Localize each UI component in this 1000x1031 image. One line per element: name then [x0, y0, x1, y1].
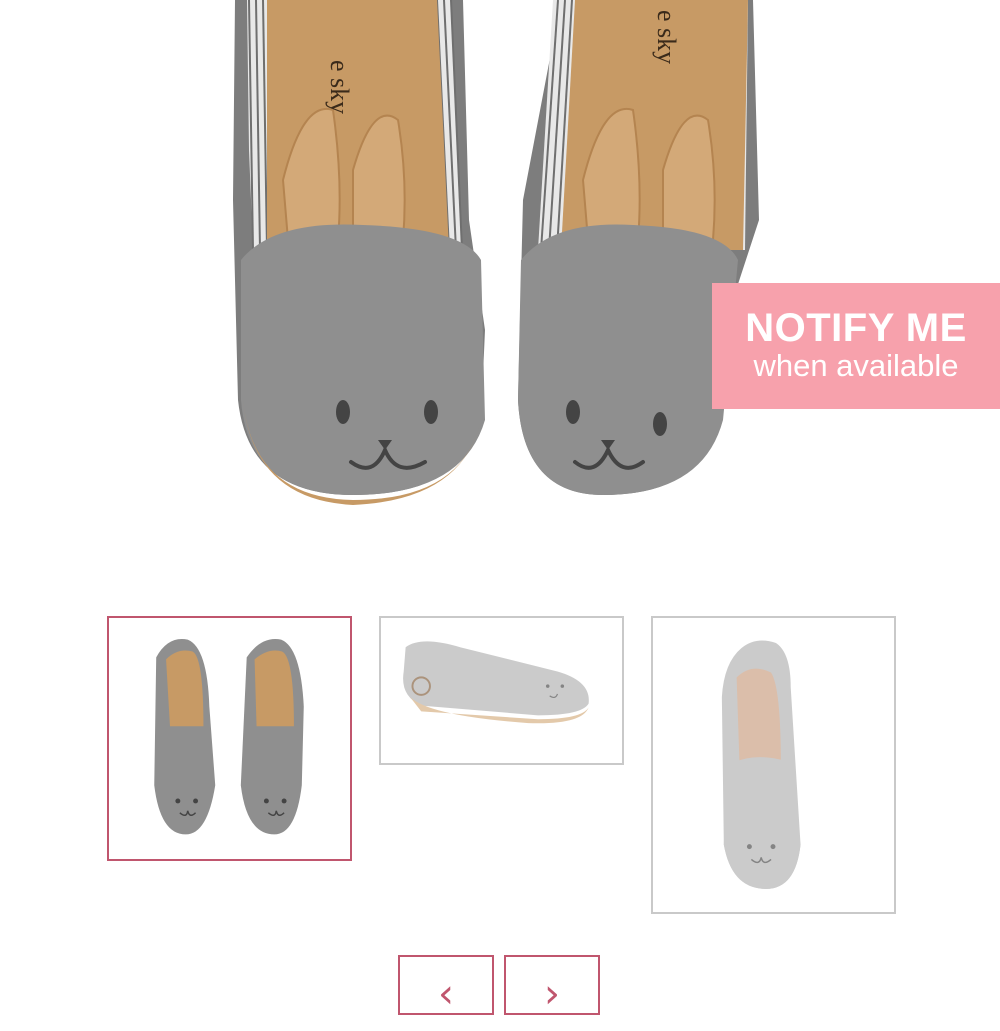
notify-me-badge[interactable]: NOTIFY ME when available: [712, 283, 1000, 409]
next-button[interactable]: ›: [504, 955, 600, 1017]
chevron-left-icon: ‹: [438, 971, 454, 1017]
notify-me-subtitle: when available: [753, 348, 959, 383]
brand-insole-left: e sky: [325, 60, 354, 114]
previous-button[interactable]: ‹: [398, 955, 494, 1017]
left-shoe: [233, 0, 485, 505]
notify-me-title: NOTIFY ME: [745, 306, 967, 350]
thumbnail-angle-view[interactable]: [651, 616, 896, 914]
right-shoe: [518, 0, 759, 495]
thumbnail-top-pair[interactable]: [107, 616, 352, 861]
brand-insole-right: e sky: [652, 10, 681, 64]
thumbnail-side-view[interactable]: [379, 616, 624, 765]
chevron-right-icon: ›: [544, 971, 560, 1017]
